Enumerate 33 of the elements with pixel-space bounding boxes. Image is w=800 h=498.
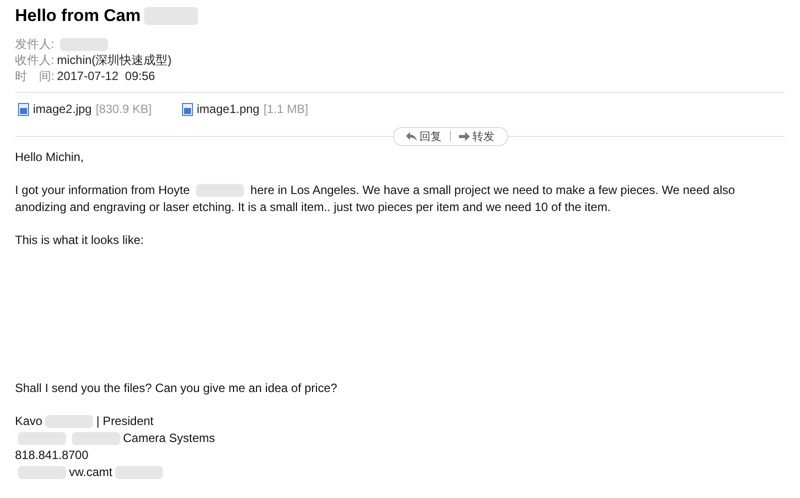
redaction-blur	[60, 38, 108, 50]
forward-button[interactable]: 转发	[458, 128, 494, 144]
text: 2017-07-12 09:56	[57, 68, 156, 84]
file-size: [830.9 KB]	[96, 102, 152, 116]
redaction-blur	[45, 415, 94, 428]
field-label: 收件人:	[15, 52, 56, 68]
reply-icon	[406, 132, 416, 140]
paragraph: I got your information from Hoyte here in Los Angeles. We have a small project we need to make a few pieces. We need also anodizing and engraving or laser etching. It is a small item.. just two pieces per item and we need 10 of the item.	[15, 182, 736, 216]
redaction-blur	[144, 7, 198, 25]
text: 818.841.8700	[15, 447, 88, 464]
image-file-icon	[182, 102, 193, 116]
attachment-link[interactable]: image1.png	[196, 102, 260, 116]
field-label: 发件人:	[15, 36, 56, 52]
file-size: [1.1 MB]	[263, 102, 308, 116]
paragraph: Hello Michin,	[15, 149, 85, 166]
text: vw.camt	[69, 464, 112, 481]
redaction-blur	[18, 466, 66, 479]
text: Camera Systems	[123, 430, 216, 447]
arrow-icon	[458, 132, 470, 140]
image-file-icon	[18, 102, 29, 116]
attachment-link[interactable]: image2.jpg	[33, 102, 92, 116]
email-subject: Hello from Cam	[15, 6, 141, 26]
reply-button[interactable]: 回复	[406, 128, 442, 144]
redaction-blur	[18, 432, 66, 445]
text: | President	[96, 413, 154, 430]
paragraph: Shall I send you the files? Can you give me an idea of price?	[15, 380, 338, 397]
redaction-blur	[196, 184, 244, 198]
text: michin(深圳快速成型)	[57, 52, 172, 68]
text: Kavo	[15, 413, 42, 430]
redaction-blur	[115, 466, 164, 479]
redaction-blur	[72, 432, 120, 445]
field-label: 时 间:	[15, 68, 56, 84]
paragraph: This is what it looks like:	[15, 232, 145, 249]
